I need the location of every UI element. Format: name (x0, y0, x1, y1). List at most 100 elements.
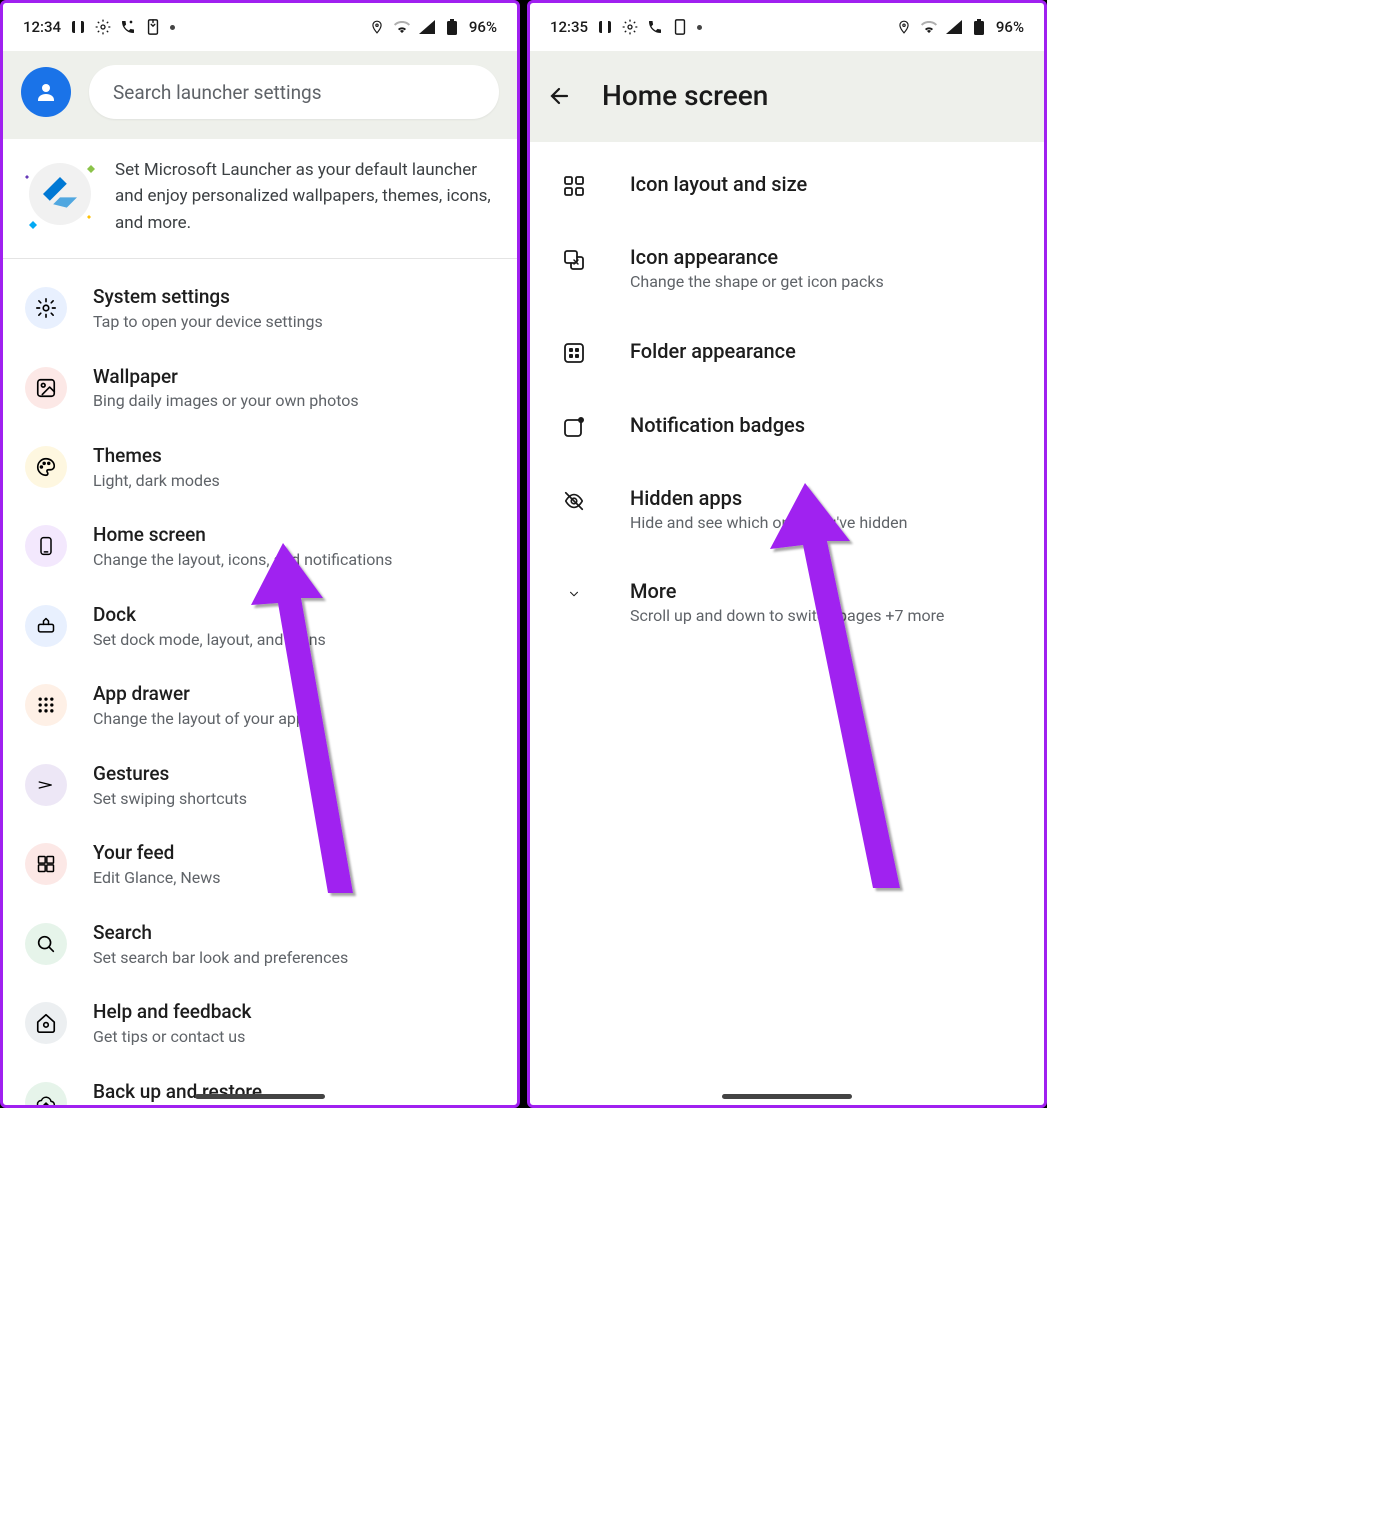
homescreen-row-folder-appearance[interactable]: Folder appearance (530, 315, 1044, 389)
settings-row-help-and-feedback[interactable]: Help and feedbackGet tips or contact us (3, 984, 517, 1063)
homescreen-row-hidden-apps[interactable]: Hidden appsHide and see which ones you'v… (530, 463, 1044, 556)
location-icon (369, 19, 385, 35)
row-title: Icon layout and size (630, 171, 1020, 197)
homescreen-row-notification-badges[interactable]: Notification badges (530, 389, 1044, 463)
tab-icon (70, 19, 86, 35)
row-title: Home screen (93, 523, 495, 548)
image-icon (25, 367, 67, 409)
phone-left: 12:34 96% Search launcher settings (0, 0, 520, 1108)
row-subtitle: Bing daily images or your own photos (93, 391, 495, 412)
row-subtitle: Tap to open your device settings (93, 312, 495, 333)
row-subtitle: Change the shape or get icon packs (630, 272, 1020, 293)
promo-text: Set Microsoft Launcher as your default l… (115, 157, 497, 236)
phone-missed-icon (120, 19, 136, 35)
back-button[interactable] (548, 84, 572, 108)
row-title: Your feed (93, 841, 495, 866)
page-title: Home screen (602, 79, 768, 112)
settings-row-your-feed[interactable]: Your feedEdit Glance, News (3, 825, 517, 904)
search-icon (25, 923, 67, 965)
row-title: Themes (93, 444, 495, 469)
settings-row-system-settings[interactable]: System settingsTap to open your device s… (3, 269, 517, 348)
gear-icon (95, 19, 111, 35)
settings-row-themes[interactable]: ThemesLight, dark modes (3, 428, 517, 507)
arrow-left-icon (548, 83, 572, 109)
row-title: Help and feedback (93, 1000, 495, 1025)
layout-icon (560, 172, 588, 200)
row-title: Wallpaper (93, 365, 495, 390)
statusbar: 12:35 96% (530, 3, 1044, 51)
statusbar-time: 12:35 (550, 18, 588, 36)
avatar[interactable] (21, 67, 71, 117)
row-subtitle: Save or bring back your old settings (93, 1107, 495, 1108)
person-icon (34, 80, 58, 104)
battery-icon (444, 19, 460, 35)
row-title: Folder appearance (630, 338, 1020, 364)
notification-dot-icon (697, 25, 702, 30)
row-title: Dock (93, 603, 495, 628)
badge-icon (560, 413, 588, 441)
signal-icon (419, 19, 435, 35)
settings-row-back-up-and-restore[interactable]: Back up and restore Save or bring back yo… (3, 1064, 517, 1108)
notification-dot-icon (170, 25, 175, 30)
homescreen-row-icon-appearance[interactable]: Icon appearanceChange the shape or get i… (530, 222, 1044, 315)
folder-icon (560, 339, 588, 367)
launcher-logo-icon (23, 157, 97, 231)
wifi-icon (394, 19, 410, 35)
settings-row-home-screen[interactable]: Home screenChange the layout, icons, and… (3, 507, 517, 586)
shape-icon (560, 246, 588, 274)
search-placeholder: Search launcher settings (113, 81, 322, 104)
row-subtitle: Change the layout, icons, and notificati… (93, 550, 495, 571)
hidden-icon (560, 487, 588, 515)
help-icon (25, 1002, 67, 1044)
statusbar-time: 12:34 (23, 18, 61, 36)
row-title: Back up and restore (93, 1080, 495, 1105)
row-title: App drawer (93, 682, 495, 707)
settings-row-wallpaper[interactable]: WallpaperBing daily images or your own p… (3, 349, 517, 428)
row-title: More (630, 578, 1020, 604)
battery-percent: 96% (469, 18, 497, 36)
phone-right: 12:35 96% Home screen Icon layout and si (527, 0, 1047, 1108)
settings-row-gestures[interactable]: GesturesSet swiping shortcuts (3, 746, 517, 825)
gear-icon (622, 19, 638, 35)
row-title: Gestures (93, 762, 495, 787)
settings-row-dock[interactable]: DockSet dock mode, layout, and icons (3, 587, 517, 666)
more-icon (560, 580, 588, 608)
row-subtitle: Hide and see which ones you've hidden (630, 513, 1020, 534)
device-icon (672, 19, 688, 35)
cloud-icon (25, 1082, 67, 1108)
promo-banner[interactable]: Set Microsoft Launcher as your default l… (3, 139, 517, 259)
settings-row-search[interactable]: SearchSet search bar look and preference… (3, 905, 517, 984)
location-icon (896, 19, 912, 35)
device-icon (145, 19, 161, 35)
row-title: Search (93, 921, 495, 946)
row-title: Hidden apps (630, 485, 1020, 511)
home-indicator (195, 1094, 325, 1099)
settings-row-app-drawer[interactable]: App drawerChange the layout of your apps (3, 666, 517, 745)
wifi-icon (921, 19, 937, 35)
signal-icon (946, 19, 962, 35)
dock-icon (25, 605, 67, 647)
row-title: System settings (93, 285, 495, 310)
row-subtitle: Set swiping shortcuts (93, 789, 495, 810)
row-title: Notification badges (630, 412, 1020, 438)
phone-missed-icon (647, 19, 663, 35)
search-input[interactable]: Search launcher settings (89, 65, 499, 119)
grid-icon (25, 684, 67, 726)
gear-icon (25, 287, 67, 329)
homescreen-row-more[interactable]: MoreScroll up and down to switch pages +… (530, 556, 1044, 649)
settings-header: Search launcher settings (3, 51, 517, 139)
battery-percent: 96% (996, 18, 1024, 36)
settings-list: System settingsTap to open your device s… (3, 259, 517, 1108)
row-subtitle: Scroll up and down to switch pages +7 mo… (630, 606, 1020, 627)
row-subtitle: Set search bar look and preferences (93, 948, 495, 969)
row-subtitle: Change the layout of your apps (93, 709, 495, 730)
row-title: Icon appearance (630, 244, 1020, 270)
battery-icon (971, 19, 987, 35)
phone-icon (25, 525, 67, 567)
row-subtitle: Light, dark modes (93, 471, 495, 492)
homescreen-row-icon-layout-and-size[interactable]: Icon layout and size (530, 148, 1044, 222)
row-subtitle: Get tips or contact us (93, 1027, 495, 1048)
swipe-icon (25, 764, 67, 806)
home-indicator (722, 1094, 852, 1099)
row-subtitle: Set dock mode, layout, and icons (93, 630, 495, 651)
